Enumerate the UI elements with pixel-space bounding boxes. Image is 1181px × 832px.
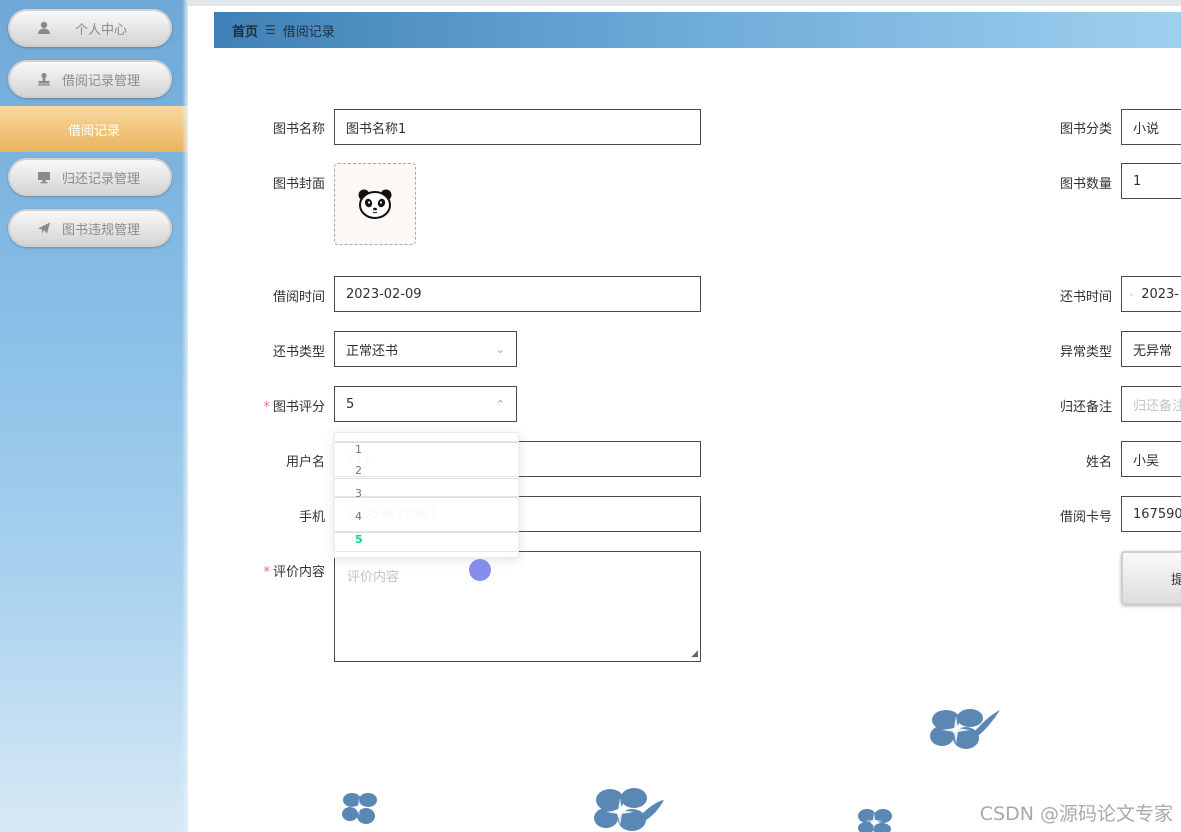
book-rating-label-text: 图书评分 xyxy=(272,400,325,415)
sidebar-item-label: 图书违规管理 xyxy=(61,222,140,238)
sidebar-item-label: 借阅记录 xyxy=(67,123,120,139)
book-rating-label: * 图书评分 xyxy=(235,396,325,415)
book-name-value: 图书名称1 xyxy=(346,121,407,137)
sidebar-item-label: 个人中心 xyxy=(74,22,127,38)
required-mark: * xyxy=(263,565,270,580)
card-number-value: 1675906 xyxy=(1133,506,1181,522)
username-label: 用户名 xyxy=(285,455,325,470)
return-type-label: 还书类型 xyxy=(272,345,325,360)
rating-dropdown: 1 2 3 4 5 xyxy=(334,432,519,558)
send-icon xyxy=(30,221,58,235)
sidebar-item-return-management[interactable]: 归还记录管理 xyxy=(8,158,172,196)
dropdown-divider xyxy=(335,497,518,498)
monitor-icon xyxy=(30,170,58,184)
clock-icon xyxy=(1130,292,1134,296)
return-time-label: 还书时间 xyxy=(1059,290,1112,305)
flower-decoration-icon xyxy=(858,809,892,832)
book-cover-label: 图书封面 xyxy=(272,177,325,192)
chevron-down-icon: ⌄ xyxy=(495,342,505,356)
sidebar-item-label: 归还记录管理 xyxy=(61,171,140,187)
return-note-placeholder: 归还备注 xyxy=(1133,398,1181,414)
book-name-label: 图书名称 xyxy=(272,122,325,137)
flower-decoration-icon xyxy=(594,788,664,831)
submit-button[interactable]: 提 xyxy=(1121,551,1181,605)
phone-label: 手机 xyxy=(298,510,325,525)
full-name-value: 小吴 xyxy=(1133,453,1160,469)
stamp-icon xyxy=(30,72,58,86)
user-icon xyxy=(30,21,58,35)
borrow-time-input[interactable]: 2023-02-09 xyxy=(334,276,701,312)
exception-type-label: 异常类型 xyxy=(1059,345,1112,360)
review-textarea[interactable]: 评价内容 ◢ xyxy=(334,551,701,662)
book-quantity-label: 图书数量 xyxy=(1059,177,1112,192)
breadcrumb-home[interactable]: 首页 xyxy=(232,21,258,40)
flower-decoration-icon xyxy=(342,793,377,824)
return-type-select[interactable]: 正常还书 ⌄ xyxy=(334,331,517,367)
card-number-input[interactable]: 1675906 xyxy=(1121,496,1181,532)
book-category-input[interactable]: 小说 xyxy=(1121,109,1181,145)
breadcrumb-current: 借阅记录 xyxy=(282,24,335,40)
exception-type-select[interactable]: 无异常 xyxy=(1121,331,1181,367)
rating-option-2[interactable]: 2 xyxy=(355,464,362,477)
book-category-value: 小说 xyxy=(1133,121,1160,137)
book-quantity-value: 1 xyxy=(1133,173,1142,189)
top-divider xyxy=(188,0,1181,6)
return-type-value: 正常还书 xyxy=(346,343,399,359)
book-category-label: 图书分类 xyxy=(1059,122,1112,137)
return-note-input[interactable]: 归还备注 xyxy=(1121,386,1181,422)
full-name-input[interactable]: 小吴 xyxy=(1121,441,1181,477)
return-note-label: 归还备注 xyxy=(1059,400,1112,415)
sidebar-item-label: 借阅记录管理 xyxy=(61,73,140,89)
return-time-input[interactable]: 2023- xyxy=(1121,276,1181,312)
review-placeholder: 评价内容 xyxy=(347,570,400,585)
sidebar-item-borrow-records[interactable]: 借阅记录 xyxy=(0,106,188,152)
chevron-up-icon: ⌃ xyxy=(495,397,505,411)
cursor-indicator xyxy=(469,559,491,581)
book-cover-upload[interactable] xyxy=(334,163,416,245)
book-quantity-input[interactable]: 1 xyxy=(1121,163,1181,199)
review-label-text: 评价内容 xyxy=(272,565,325,580)
book-name-input[interactable]: 图书名称1 xyxy=(334,109,701,145)
card-number-label: 借阅卡号 xyxy=(1059,510,1112,525)
borrow-time-label: 借阅时间 xyxy=(272,290,325,305)
rating-option-3[interactable]: 3 xyxy=(355,487,362,500)
book-rating-value: 5 xyxy=(346,396,355,412)
rating-option-4[interactable]: 4 xyxy=(355,510,362,523)
dropdown-divider xyxy=(335,442,518,443)
borrow-time-value: 2023-02-09 xyxy=(346,286,422,302)
menu-icon: ☰ xyxy=(265,23,276,37)
resize-handle-icon[interactable]: ◢ xyxy=(691,649,698,659)
review-label: * 评价内容 xyxy=(235,561,325,580)
breadcrumb: 首页 ☰ 借阅记录 xyxy=(214,12,1181,48)
submit-label: 提 xyxy=(1171,572,1181,588)
sidebar-item-borrow-management[interactable]: 借阅记录管理 xyxy=(8,60,172,98)
return-time-value: 2023- xyxy=(1141,286,1179,302)
rating-option-1[interactable]: 1 xyxy=(355,443,362,456)
sidebar-item-personal-center[interactable]: 个人中心 xyxy=(8,9,172,47)
exception-type-value: 无异常 xyxy=(1133,343,1173,359)
dropdown-divider xyxy=(335,478,518,479)
rating-option-5[interactable]: 5 xyxy=(355,533,363,546)
flower-decoration-icon xyxy=(930,709,1000,749)
full-name-label: 姓名 xyxy=(1085,455,1112,470)
watermark: CSDN @源码论文专家 xyxy=(979,803,1173,825)
book-rating-select[interactable]: 5 ⌃ xyxy=(334,386,517,422)
panda-icon xyxy=(358,189,392,219)
sidebar-item-violation-management[interactable]: 图书违规管理 xyxy=(8,209,172,247)
required-mark: * xyxy=(263,400,270,415)
sidebar: 个人中心 借阅记录管理 借阅记录 归还记录管理 图书违规管理 xyxy=(0,0,188,832)
